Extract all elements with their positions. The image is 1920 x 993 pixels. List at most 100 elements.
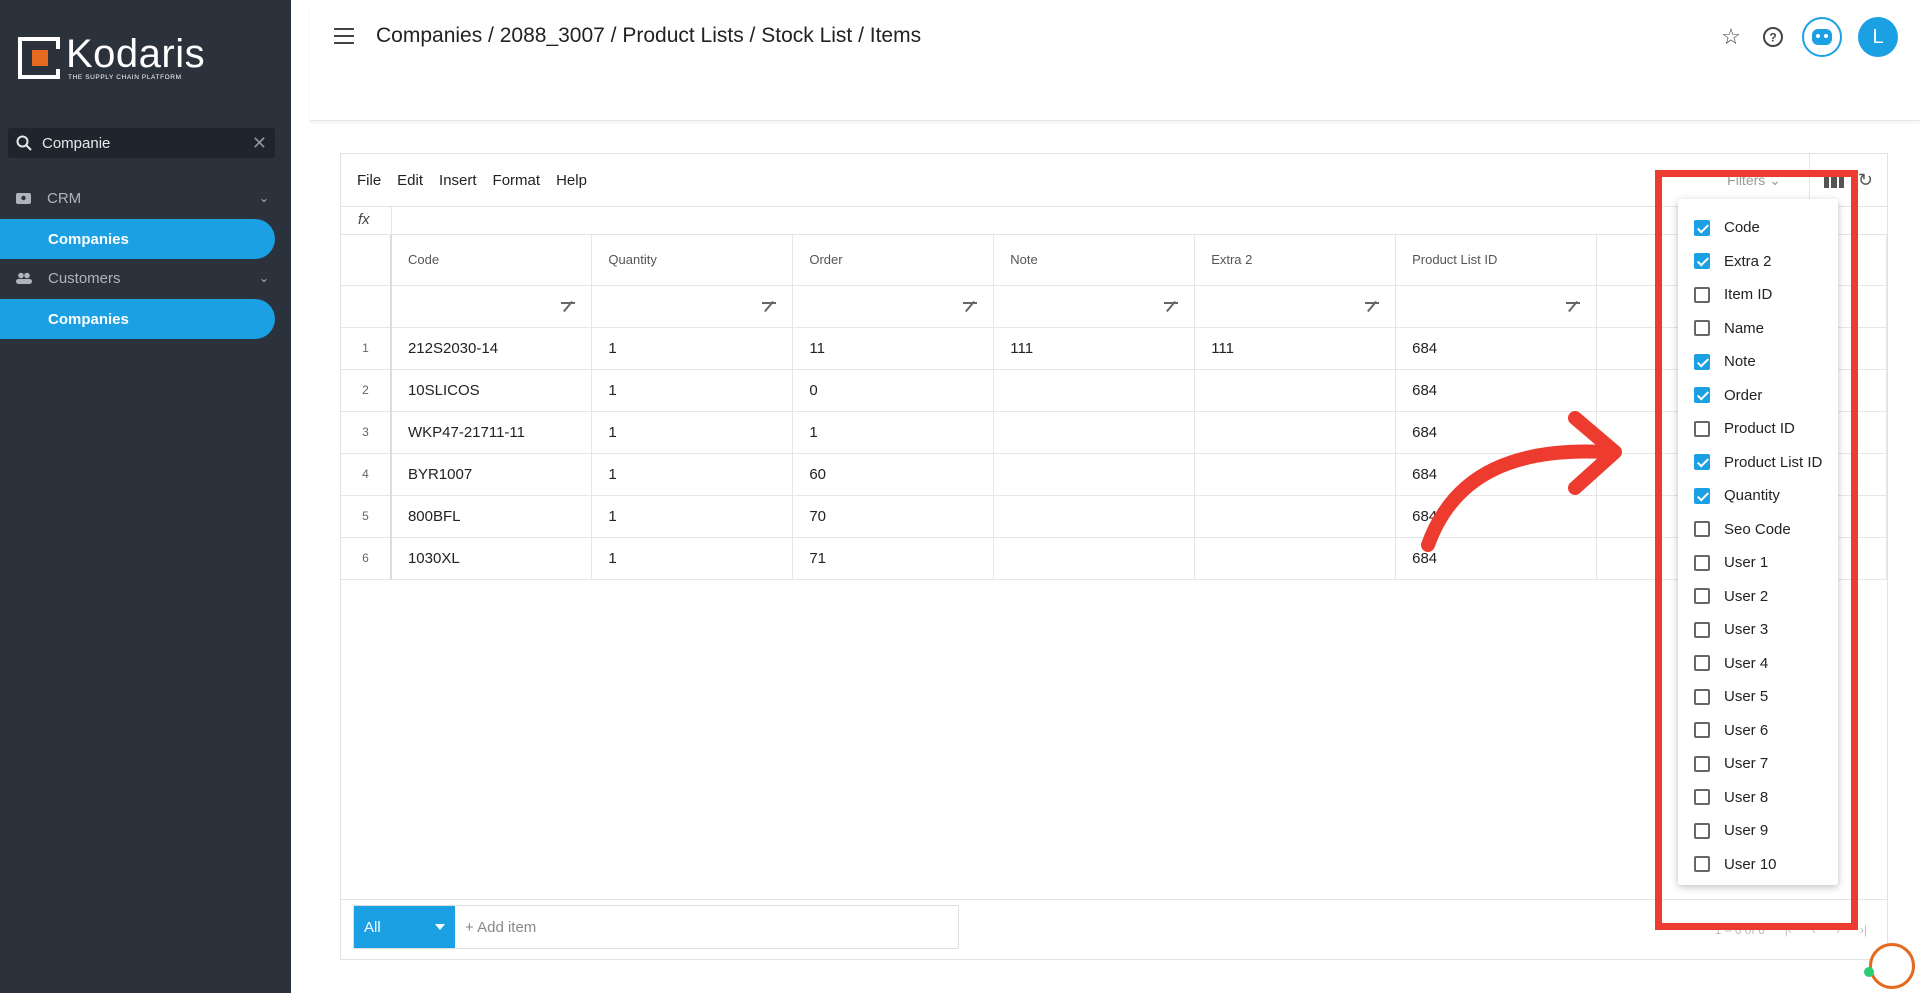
filter-row-corner xyxy=(341,285,392,328)
column-header[interactable]: Product List ID xyxy=(1395,235,1598,286)
table-cell[interactable]: 1 xyxy=(792,411,995,454)
column-filter[interactable] xyxy=(390,285,593,328)
filter-off-icon[interactable] xyxy=(1566,300,1581,312)
menu-format[interactable]: Format xyxy=(493,172,541,189)
brand-name: Kodaris xyxy=(66,31,206,76)
chevron-down-icon: ⌄ xyxy=(258,271,269,285)
table-cell[interactable] xyxy=(993,495,1196,538)
help-icon[interactable]: ? xyxy=(1760,24,1786,50)
annotation-highlight-box xyxy=(1655,170,1858,930)
table-cell[interactable] xyxy=(993,537,1196,580)
table-cell[interactable]: 0 xyxy=(792,369,995,412)
table-cell[interactable]: 684 xyxy=(1395,537,1598,580)
menu-edit[interactable]: Edit xyxy=(397,172,423,189)
menu-file[interactable]: File xyxy=(357,172,381,189)
table-cell[interactable]: 684 xyxy=(1395,327,1598,370)
chat-widget-icon[interactable] xyxy=(1869,943,1915,989)
row-number: 6 xyxy=(341,537,392,580)
svg-text:?: ? xyxy=(1769,31,1776,45)
menu-insert[interactable]: Insert xyxy=(439,172,477,189)
column-filter[interactable] xyxy=(591,285,794,328)
table-cell[interactable]: 1 xyxy=(591,495,794,538)
table-cell[interactable]: BYR1007 xyxy=(390,453,593,496)
search-icon xyxy=(16,135,32,151)
sidebar-search-input[interactable]: Companie ✕ xyxy=(8,128,275,158)
filter-off-icon[interactable] xyxy=(1365,300,1380,312)
column-filter[interactable] xyxy=(993,285,1196,328)
add-item-bar: All + Add item xyxy=(353,905,959,949)
table-cell[interactable]: 111 xyxy=(993,327,1196,370)
kodaris-logo-mark xyxy=(18,37,62,79)
sidebar-section-crm[interactable]: CRM ⌄ xyxy=(0,180,291,216)
robot-icon xyxy=(1812,29,1832,45)
row-number: 4 xyxy=(341,453,392,496)
sidebar-search-value[interactable]: Companie xyxy=(42,135,252,152)
column-header[interactable]: Quantity xyxy=(591,235,794,286)
filter-select[interactable]: All xyxy=(354,906,455,948)
table-cell[interactable]: 60 xyxy=(792,453,995,496)
menu-help[interactable]: Help xyxy=(556,172,587,189)
add-item-input[interactable]: + Add item xyxy=(455,906,536,948)
column-filter[interactable] xyxy=(792,285,995,328)
table-cell[interactable] xyxy=(1194,495,1397,538)
table-cell[interactable]: 111 xyxy=(1194,327,1397,370)
table-cell[interactable] xyxy=(993,453,1196,496)
column-filter[interactable] xyxy=(1194,285,1397,328)
table-cell[interactable]: 70 xyxy=(792,495,995,538)
column-header[interactable]: Code xyxy=(390,235,593,286)
table-cell[interactable]: 11 xyxy=(792,327,995,370)
table-cell[interactable]: 1 xyxy=(591,411,794,454)
table-cell[interactable] xyxy=(993,369,1196,412)
table-cell[interactable]: 800BFL xyxy=(390,495,593,538)
sidebar-item-companies[interactable]: Companies xyxy=(0,219,275,259)
contact-card-icon xyxy=(16,192,31,204)
table-cell[interactable]: 1 xyxy=(591,327,794,370)
menu-icon[interactable] xyxy=(334,28,354,44)
filter-off-icon[interactable] xyxy=(762,300,777,312)
star-icon[interactable]: ☆ xyxy=(1718,24,1744,50)
table-cell[interactable]: 1030XL xyxy=(390,537,593,580)
avatar[interactable]: L xyxy=(1858,17,1898,57)
column-header[interactable]: Order xyxy=(792,235,995,286)
column-header[interactable]: Note xyxy=(993,235,1196,286)
refresh-icon[interactable]: ↻ xyxy=(1858,170,1873,191)
table-cell[interactable]: 1 xyxy=(591,537,794,580)
table-cell[interactable]: 1 xyxy=(591,369,794,412)
clear-search-icon[interactable]: ✕ xyxy=(252,133,267,154)
table-cell[interactable]: 212S2030-14 xyxy=(390,327,593,370)
table-cell[interactable] xyxy=(1194,453,1397,496)
sidebar: Kodaris THE SUPPLY CHAIN PLATFORM Compan… xyxy=(0,0,291,993)
people-icon xyxy=(16,272,32,284)
column-filter[interactable] xyxy=(1395,285,1598,328)
column-header[interactable]: Extra 2 xyxy=(1194,235,1397,286)
top-header: Companies / 2088_3007 / Product Lists / … xyxy=(310,0,1920,121)
table-cell[interactable]: 10SLICOS xyxy=(390,369,593,412)
table-cell[interactable] xyxy=(993,411,1196,454)
sidebar-section-label: CRM xyxy=(47,189,82,207)
kodaris-logo[interactable]: Kodaris THE SUPPLY CHAIN PLATFORM xyxy=(18,31,206,81)
row-number: 1 xyxy=(341,327,392,370)
table-cell[interactable]: 684 xyxy=(1395,495,1598,538)
table-cell[interactable]: 684 xyxy=(1395,369,1598,412)
brand-tagline: THE SUPPLY CHAIN PLATFORM xyxy=(68,73,182,81)
sidebar-section-customers[interactable]: Customers ⌄ xyxy=(0,260,291,296)
sidebar-section-label: Customers xyxy=(48,269,121,287)
table-cell[interactable]: 1 xyxy=(591,453,794,496)
breadcrumb[interactable]: Companies / 2088_3007 / Product Lists / … xyxy=(376,24,921,48)
sidebar-item-companies[interactable]: Companies xyxy=(0,299,275,339)
table-cell[interactable] xyxy=(1194,411,1397,454)
corner-cell xyxy=(341,235,392,286)
assistant-bot-button[interactable] xyxy=(1802,17,1842,57)
filter-off-icon[interactable] xyxy=(963,300,978,312)
filter-off-icon[interactable] xyxy=(561,300,576,312)
table-cell[interactable]: 684 xyxy=(1395,453,1598,496)
last-page-icon[interactable]: ›| xyxy=(1860,923,1867,937)
table-cell[interactable] xyxy=(1194,537,1397,580)
table-cell[interactable]: 71 xyxy=(792,537,995,580)
table-cell[interactable]: 684 xyxy=(1395,411,1598,454)
fx-label: fx xyxy=(358,211,370,228)
table-cell[interactable]: WKP47-21711-11 xyxy=(390,411,593,454)
row-number: 2 xyxy=(341,369,392,412)
table-cell[interactable] xyxy=(1194,369,1397,412)
filter-off-icon[interactable] xyxy=(1164,300,1179,312)
